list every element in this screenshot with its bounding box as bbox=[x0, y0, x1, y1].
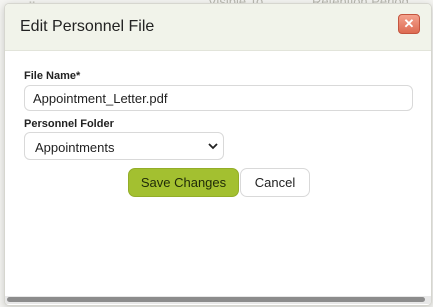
horizontal-scrollbar[interactable] bbox=[5, 296, 431, 304]
dialog-title: Edit Personnel File bbox=[20, 18, 155, 35]
edit-personnel-file-dialog: Edit Personnel File ✕ File Name* Personn… bbox=[4, 3, 432, 306]
file-name-label: File Name* bbox=[24, 70, 81, 82]
personnel-folder-label: Personnel Folder bbox=[24, 118, 114, 130]
personnel-folder-select[interactable]: Appointments bbox=[24, 132, 224, 160]
file-name-input[interactable] bbox=[24, 85, 413, 111]
cancel-button[interactable]: Cancel bbox=[240, 168, 310, 197]
chevron-down-icon bbox=[208, 143, 218, 150]
close-button[interactable]: ✕ bbox=[398, 14, 420, 34]
save-changes-button[interactable]: Save Changes bbox=[128, 168, 239, 197]
scrollbar-thumb[interactable] bbox=[7, 297, 425, 302]
close-x-icon: ✕ bbox=[403, 16, 415, 31]
dialog-header: Edit Personnel File ✕ bbox=[5, 4, 431, 51]
personnel-folder-selected-value: Appointments bbox=[35, 140, 115, 155]
